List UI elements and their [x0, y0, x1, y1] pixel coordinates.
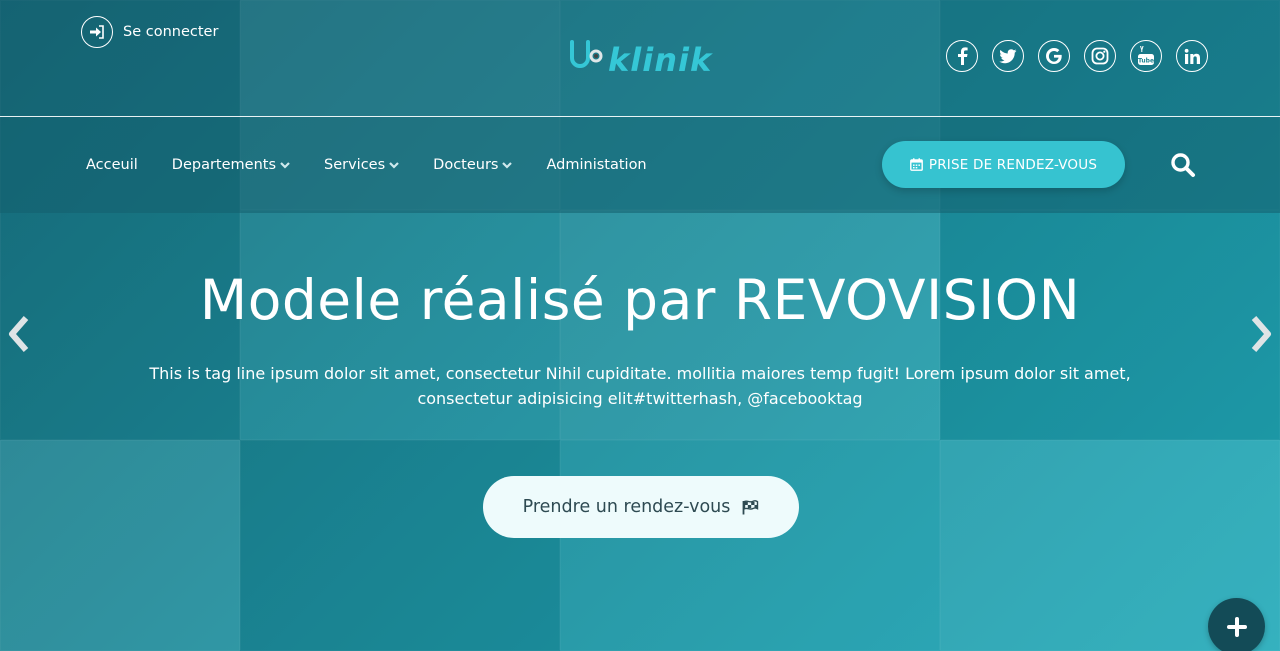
chevron-down-icon	[389, 162, 399, 169]
nav-item-docteurs[interactable]: Docteurs	[433, 157, 513, 173]
logo[interactable]: klinik	[568, 34, 712, 80]
nav-item-acceuil[interactable]: Acceuil	[86, 157, 138, 173]
flag-checkered-icon	[742, 499, 759, 514]
calendar-icon	[909, 158, 923, 171]
svg-text:Tube: Tube	[1138, 58, 1154, 65]
main-nav-bar: Acceuil Departements Services Docteurs A…	[0, 117, 1280, 213]
carousel-next-arrow-icon[interactable]	[1248, 314, 1276, 354]
book-appointment-button[interactable]: Prendre un rendez-vous	[483, 476, 799, 538]
nav-item-label: Services	[324, 157, 386, 173]
social-links: Tube	[946, 40, 1208, 72]
nav-item-label: Docteurs	[433, 157, 499, 173]
top-bar: Se connecter klinik Tube	[0, 0, 1280, 116]
nav-item-services[interactable]: Services	[324, 157, 399, 173]
carousel-prev-arrow-icon[interactable]	[6, 314, 34, 354]
google-icon[interactable]	[1038, 40, 1070, 72]
hero-tagline-line1: This is tag line ipsum dolor sit amet, c…	[149, 364, 1131, 383]
book-appointment-label: Prendre un rendez-vous	[522, 497, 731, 517]
nav-item-label: Departements	[171, 157, 276, 173]
appointment-label: PRISE DE RENDEZ-VOUS	[928, 156, 1098, 173]
nav-item-label: Administation	[546, 157, 647, 173]
login-link[interactable]: Se connecter	[81, 16, 218, 48]
facebook-icon[interactable]	[946, 40, 978, 72]
chevron-down-icon	[502, 162, 513, 169]
main-nav: Acceuil Departements Services Docteurs A…	[86, 117, 681, 213]
linkedin-icon[interactable]	[1176, 40, 1208, 72]
nav-item-administation[interactable]: Administation	[546, 157, 646, 173]
sign-in-icon	[81, 16, 113, 48]
logo-text: klinik	[608, 41, 713, 79]
twitter-icon[interactable]	[992, 40, 1024, 72]
instagram-icon[interactable]	[1084, 40, 1116, 72]
youtube-icon[interactable]: Tube	[1130, 40, 1162, 72]
hero-tagline: This is tag line ipsum dolor sit amet, c…	[140, 361, 1140, 411]
nav-item-departements[interactable]: Departements	[172, 157, 290, 173]
stethoscope-logo-icon	[568, 38, 608, 80]
login-label: Se connecter	[123, 24, 219, 40]
search-icon[interactable]	[1170, 152, 1196, 178]
hero-tagline-line2: consectetur adipisicing elit#twitterhash…	[417, 389, 863, 408]
hero-title: Modele réalisé par REVOVISION	[199, 268, 1081, 332]
appointment-button[interactable]: PRISE DE RENDEZ-VOUS	[882, 141, 1125, 188]
floating-add-button[interactable]	[1208, 598, 1265, 651]
plus-icon	[1226, 616, 1247, 637]
chevron-down-icon	[280, 162, 290, 169]
nav-item-label: Acceuil	[86, 157, 138, 173]
